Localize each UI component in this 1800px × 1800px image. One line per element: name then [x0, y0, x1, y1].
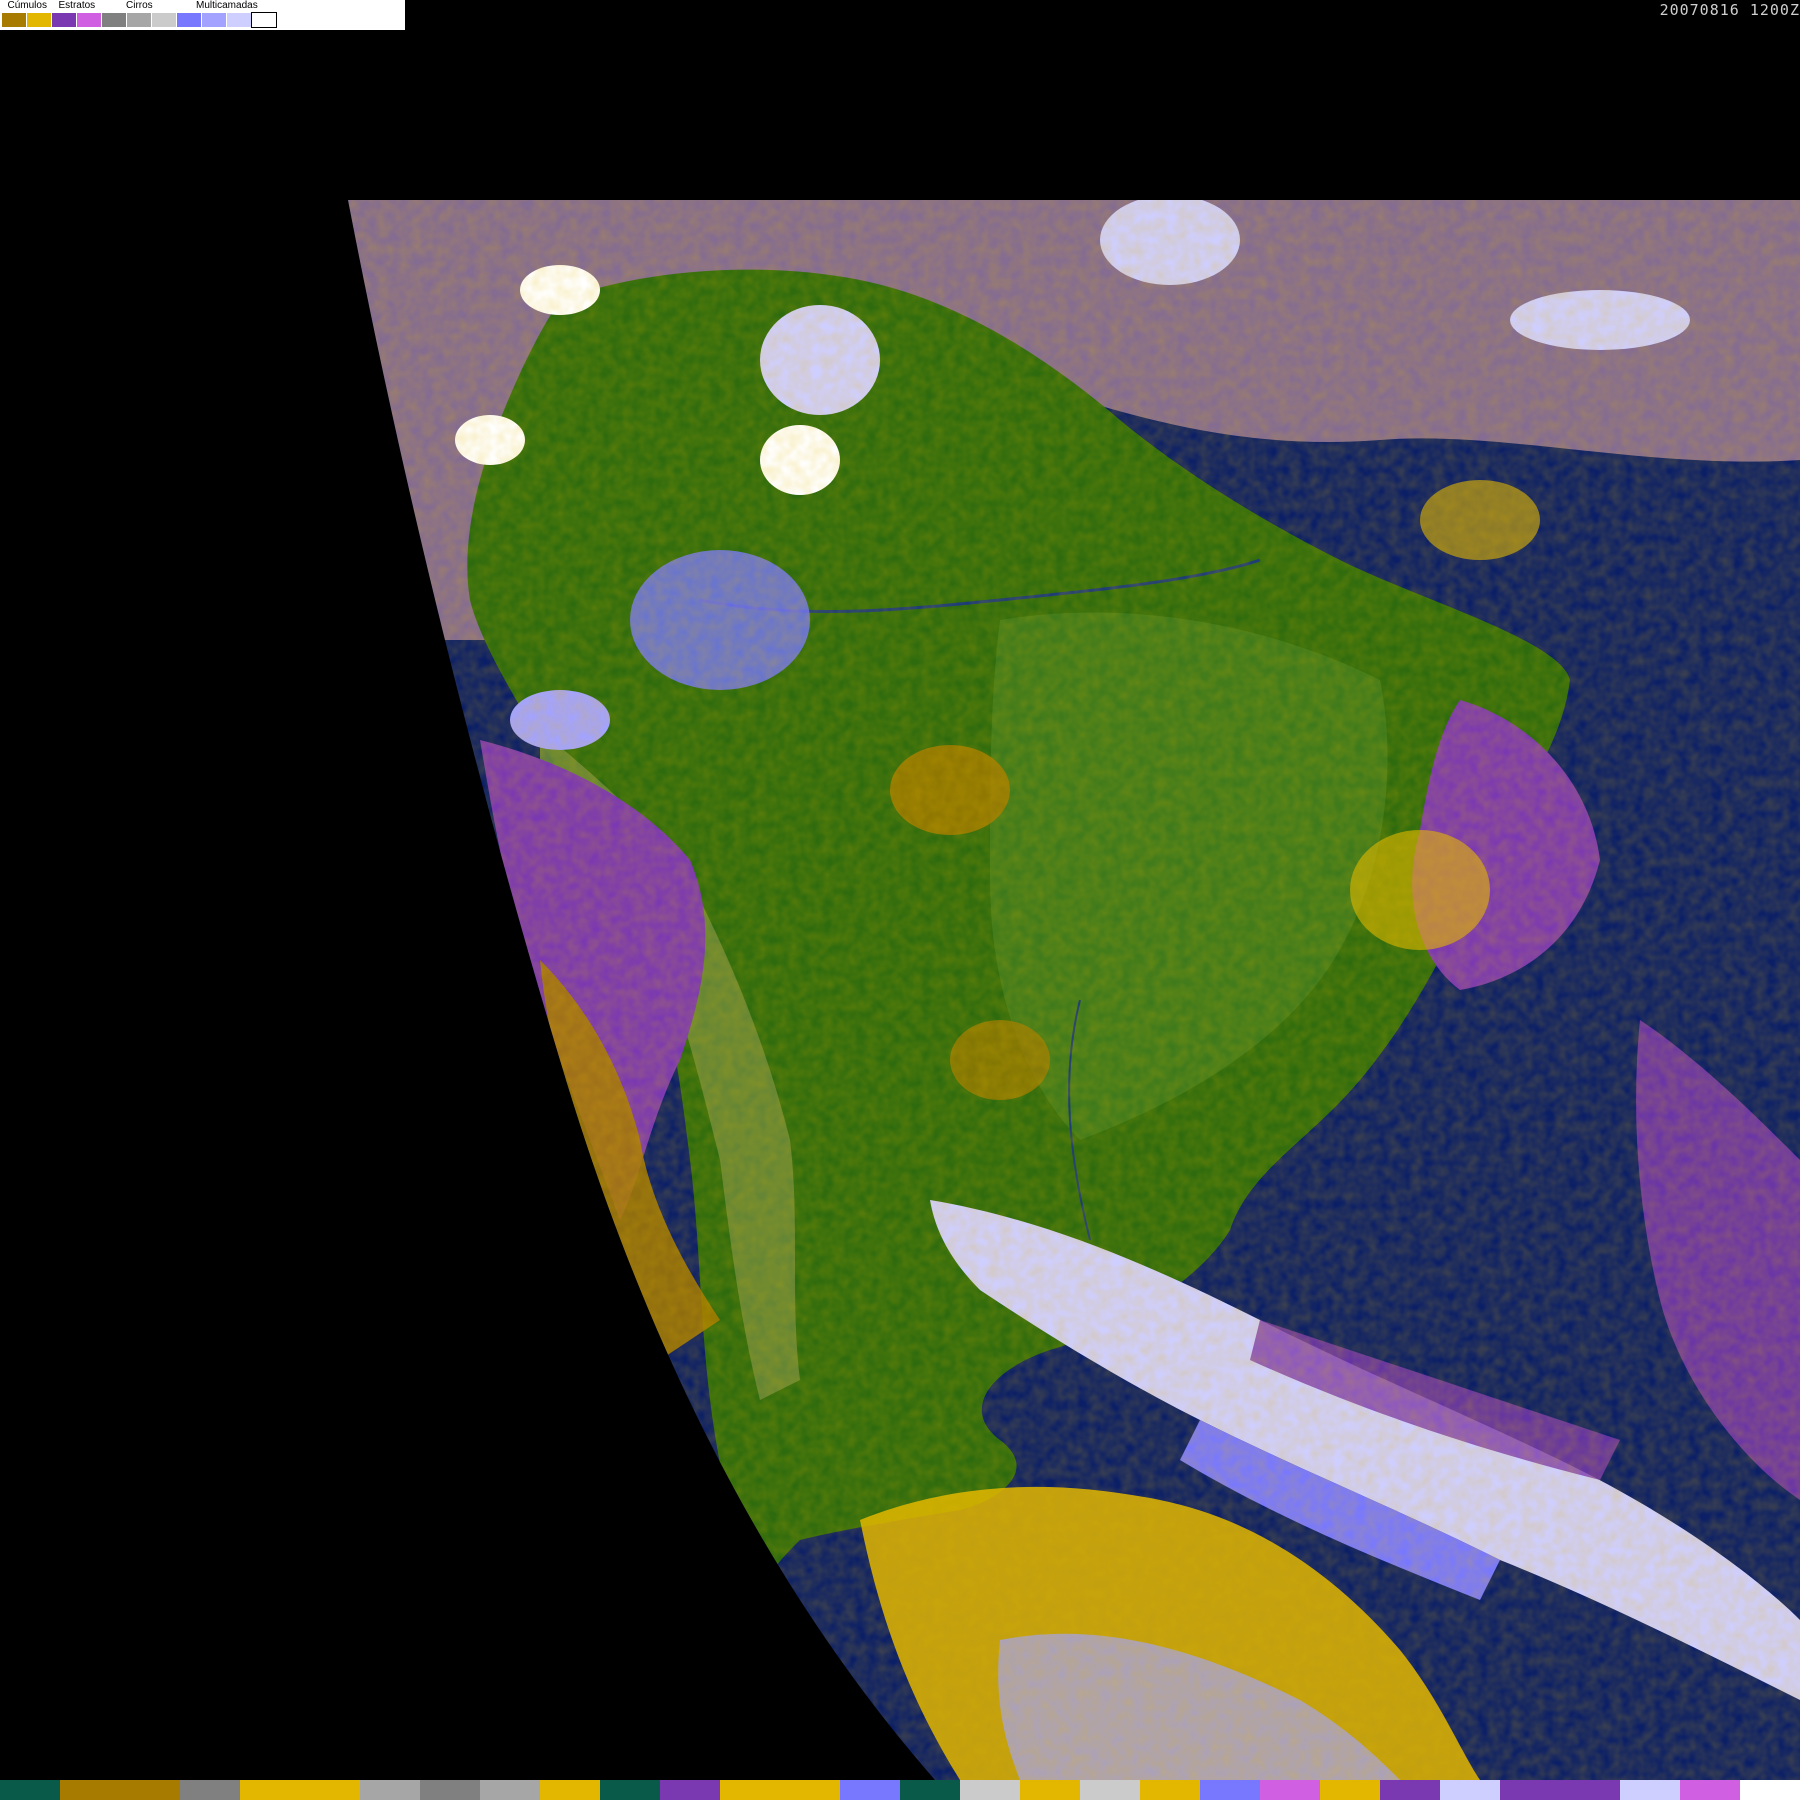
color-bar-cell	[1560, 1780, 1620, 1800]
legend-swatch	[202, 13, 226, 27]
color-bar-cell	[360, 1780, 420, 1800]
legend-swatch	[27, 13, 51, 27]
color-bar-cell	[1440, 1780, 1500, 1800]
color-bar-cell	[540, 1780, 600, 1800]
legend-group-label: Cúmulos	[7, 0, 47, 11]
color-bar-cell	[1320, 1780, 1380, 1800]
legend-swatch	[102, 13, 126, 27]
timestamp: 20070816 1200Z	[1659, 1, 1800, 19]
legend-swatch	[2, 13, 26, 27]
color-bar-cell	[900, 1780, 960, 1800]
color-bar-cell	[1260, 1780, 1320, 1800]
color-bar-cell	[1500, 1780, 1560, 1800]
legend-swatch	[52, 13, 76, 27]
color-bar-cell	[0, 1780, 60, 1800]
color-bar-cell	[1080, 1780, 1140, 1800]
color-bar-cell	[600, 1780, 660, 1800]
color-bar-cell	[960, 1780, 1020, 1800]
color-bar-cell	[1740, 1780, 1800, 1800]
color-bar-cell	[240, 1780, 300, 1800]
color-bar-cell	[1380, 1780, 1440, 1800]
legend-swatch	[251, 12, 277, 28]
legend-swatch	[177, 13, 201, 27]
color-bar-cell	[180, 1780, 240, 1800]
bottom-color-bar	[0, 1780, 1800, 1800]
legend-swatch	[127, 13, 151, 27]
color-bar-cell	[1140, 1780, 1200, 1800]
color-bar-cell	[1200, 1780, 1260, 1800]
cloud-type-legend: Cúmulos Estratos Cirros Multicamadas	[0, 0, 405, 30]
legend-group-label: Estratos	[58, 0, 96, 11]
color-bar-cell	[720, 1780, 780, 1800]
color-bar-cell	[300, 1780, 360, 1800]
color-bar-cell	[1620, 1780, 1680, 1800]
legend-swatch	[227, 13, 251, 27]
color-bar-cell	[840, 1780, 900, 1800]
color-bar-cell	[780, 1780, 840, 1800]
color-bar-cell	[60, 1780, 120, 1800]
color-bar-cell	[480, 1780, 540, 1800]
color-bar-cell	[1680, 1780, 1740, 1800]
satellite-cloud-map	[0, 0, 1800, 1780]
legend-swatch	[152, 13, 176, 27]
color-bar-cell	[120, 1780, 180, 1800]
color-bar-cell	[660, 1780, 720, 1800]
color-bar-cell	[420, 1780, 480, 1800]
legend-group-label: Multicamadas	[196, 0, 258, 11]
legend-swatch	[77, 13, 101, 27]
color-bar-cell	[1020, 1780, 1080, 1800]
legend-group-label: Cirros	[126, 0, 153, 11]
